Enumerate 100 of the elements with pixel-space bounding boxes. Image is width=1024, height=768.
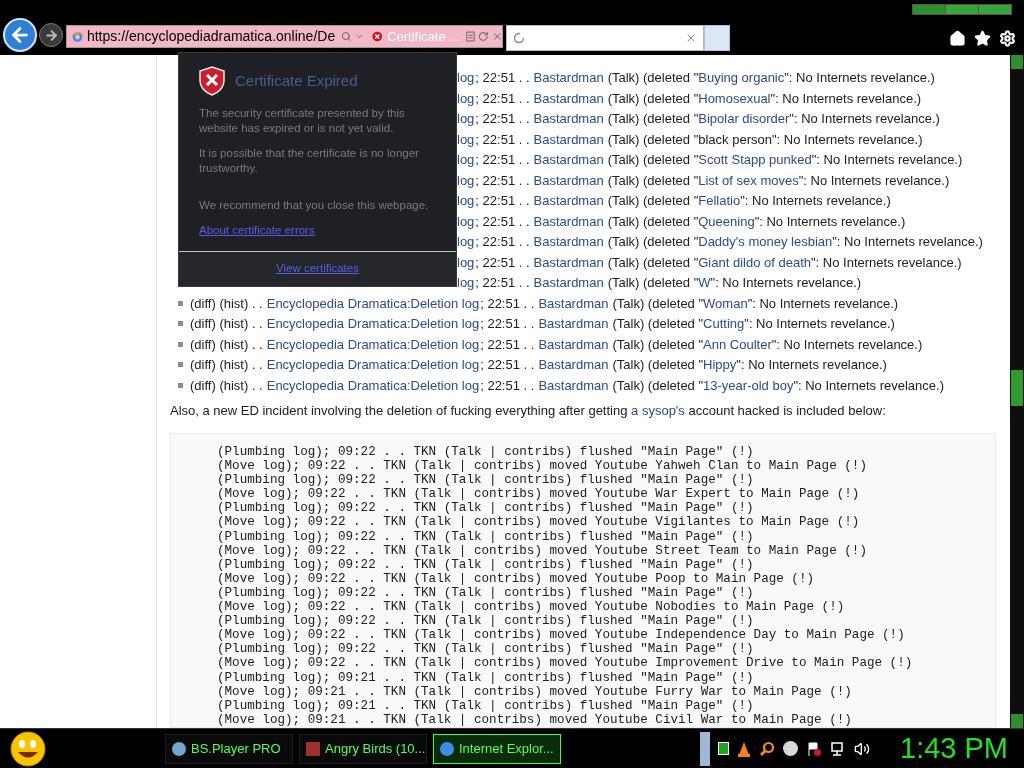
article-title-link[interactable]: List of sex moves [698,170,799,191]
code-line: (Plumbing log); 09:21 . . TKN (Talk | contribs) flushed "Main Page" (!) [217,698,754,713]
time-text: ; 22:51 . . [480,294,535,313]
code-line: (Move log); 09:22 . . TKN (Talk | contribs) moved Youtube Street Team to Main Page (!) [217,543,867,558]
article-title-link[interactable]: 13-year-old boy [703,375,794,395]
article-title-link[interactable]: Giant dildo of death [698,252,811,273]
popup-message: It is possible that the certificate is no longer trustworthy. [199,146,420,176]
action-text: (Talk) (deleted " [607,192,699,211]
reason-text: ": No Internets revelance.) [789,110,940,129]
app-icon [306,741,320,756]
deletion-log-link[interactable]: log [457,68,475,88]
code-line: (Plumbing log); 09:22 . . TKN (Talk | contribs) flushed "Main Page" (!) [217,501,754,516]
article-title-link[interactable]: Hippy [703,355,737,375]
bullet-icon [178,382,183,388]
deletion-log-link[interactable]: log [457,252,475,273]
action-text: (Talk) (deleted " [612,294,704,313]
diff-hist-text: (diff) (hist) . . [190,315,263,334]
cone-icon[interactable] [737,740,751,757]
shield-error-icon [199,66,225,96]
face-icon[interactable] [783,741,798,756]
deletion-log-link[interactable]: log [457,170,475,191]
deletion-log-link[interactable]: log [457,232,475,252]
article-title-link[interactable]: Cutting [703,314,745,334]
article-title-link[interactable]: Homosexual [698,88,771,109]
network-icon[interactable] [830,740,846,757]
monitor-icon[interactable] [718,742,729,755]
diff-hist-text: (diff) (hist) . . [190,376,263,395]
diff-hist-text: (diff) (hist) . . [190,356,263,375]
user-link[interactable]: Bastardman [533,211,604,232]
taskbar-button[interactable]: BS.Player PRO [165,733,293,764]
action-text: (Talk) (deleted " [607,253,699,272]
url-text: https://encyclopediadramatica.online/De [86,27,336,46]
user-link[interactable]: Bastardman [533,109,604,129]
deletion-log-link[interactable]: log [457,150,475,170]
time-text: ; 22:51 . . [480,315,535,334]
user-link[interactable]: Bastardman [533,252,604,273]
deletion-log-link[interactable]: log [457,273,475,293]
time-text: ; 22:51 . . [475,130,530,149]
time-text: ; 22:51 . . [475,274,530,293]
article-title-link[interactable]: Daddy's money lesbian [698,232,833,252]
deletion-log-link[interactable]: log [457,211,475,232]
scrollbar[interactable] [1010,55,1024,728]
refresh-icon [478,30,489,43]
article-title-link[interactable]: Scott Stapp punked [698,150,812,170]
deletion-log-link[interactable]: Encyclopedia Dramatica:Deletion log [266,293,480,314]
user-link[interactable]: Bastardman [533,191,604,211]
forward-button[interactable] [39,23,63,47]
user-link[interactable]: Bastardman [533,68,604,88]
article-title-link[interactable]: Fellatio [698,191,741,211]
back-button[interactable] [3,18,37,52]
code-line: (Move log); 09:21 . . TKN (Talk | contribs) moved Youtube Furry War to Main Page (!) [217,684,852,699]
article-title-link[interactable]: Ann Coulter [703,334,772,355]
article-title-link[interactable]: W [698,273,711,293]
code-line: (Move log); 09:22 . . TKN (Talk | contribs) moved Youtube Yahweh Clan to Main Page (!) [217,459,867,474]
user-link[interactable]: Bastardman [538,293,609,314]
speaker-icon[interactable] [854,740,870,757]
close-icon [491,30,502,43]
article-title-link[interactable]: Buying organic [698,68,785,88]
flag-error-icon[interactable] [806,740,822,757]
deletion-log-link[interactable]: Encyclopedia Dramatica:Deletion log [266,314,480,334]
user-link[interactable]: Bastardman [533,150,604,170]
smiley-icon[interactable] [9,730,47,767]
code-line: (Plumbing log); 09:22 . . TKN (Talk | contribs) flushed "Main Page" (!) [217,473,754,488]
time-text: ; 22:51 . . [475,89,530,108]
deletion-log-link[interactable]: Encyclopedia Dramatica:Deletion log [266,375,480,395]
taskbar-button[interactable]: Internet Explor... [433,733,561,764]
time-text: ; 22:51 . . [475,110,530,129]
action-text: (Talk) (deleted " [607,212,699,231]
user-link[interactable]: Bastardman [533,88,604,109]
address-bar[interactable]: https://encyclopediadramatica.online/De Certificate ... [66,25,503,48]
deletion-log-link[interactable]: Encyclopedia Dramatica:Deletion log [266,355,480,375]
deletion-log-link[interactable]: log [457,129,475,150]
user-link[interactable]: Bastardman [538,355,609,375]
reason-text: ": No Internets revelance.) [744,315,895,334]
deletion-log-link[interactable]: log [457,191,475,211]
reason-text: ": No Internets revelance.) [784,69,935,88]
user-link[interactable]: Bastardman [533,232,604,252]
user-link[interactable]: Bastardman [538,314,609,334]
action-text: (Talk) (deleted " [607,274,699,293]
user-link[interactable]: Bastardman [538,334,609,355]
loading-icon [513,32,525,44]
action-text: (Talk) (deleted " [607,110,699,129]
settings-icon [999,30,1016,47]
action-text: (Talk) (deleted " [607,233,699,252]
user-link[interactable]: Bastardman [533,129,604,150]
taskbar-button[interactable]: Angry Birds (10... [299,733,427,764]
article-title-link[interactable]: Woman [703,293,748,314]
article-title-link[interactable]: Bipolar disorder [698,109,790,129]
action-text: (Talk) (deleted " [607,151,699,170]
magnifier-icon[interactable] [759,740,775,757]
deletion-log-link[interactable]: log [457,109,475,129]
user-link[interactable]: Bastardman [533,273,604,293]
bullet-icon [178,300,183,306]
deletion-log-link[interactable]: Encyclopedia Dramatica:Deletion log [266,334,480,355]
sysop-link[interactable]: a sysop's [631,402,685,418]
code-line: (Move log); 09:21 . . TKN (Talk | contribs) moved Youtube Civil War to Main Page (!) [217,712,852,727]
user-link[interactable]: Bastardman [533,170,604,191]
article-title-link[interactable]: Queening [698,211,755,232]
user-link[interactable]: Bastardman [538,375,609,395]
deletion-log-link[interactable]: log [457,88,475,109]
